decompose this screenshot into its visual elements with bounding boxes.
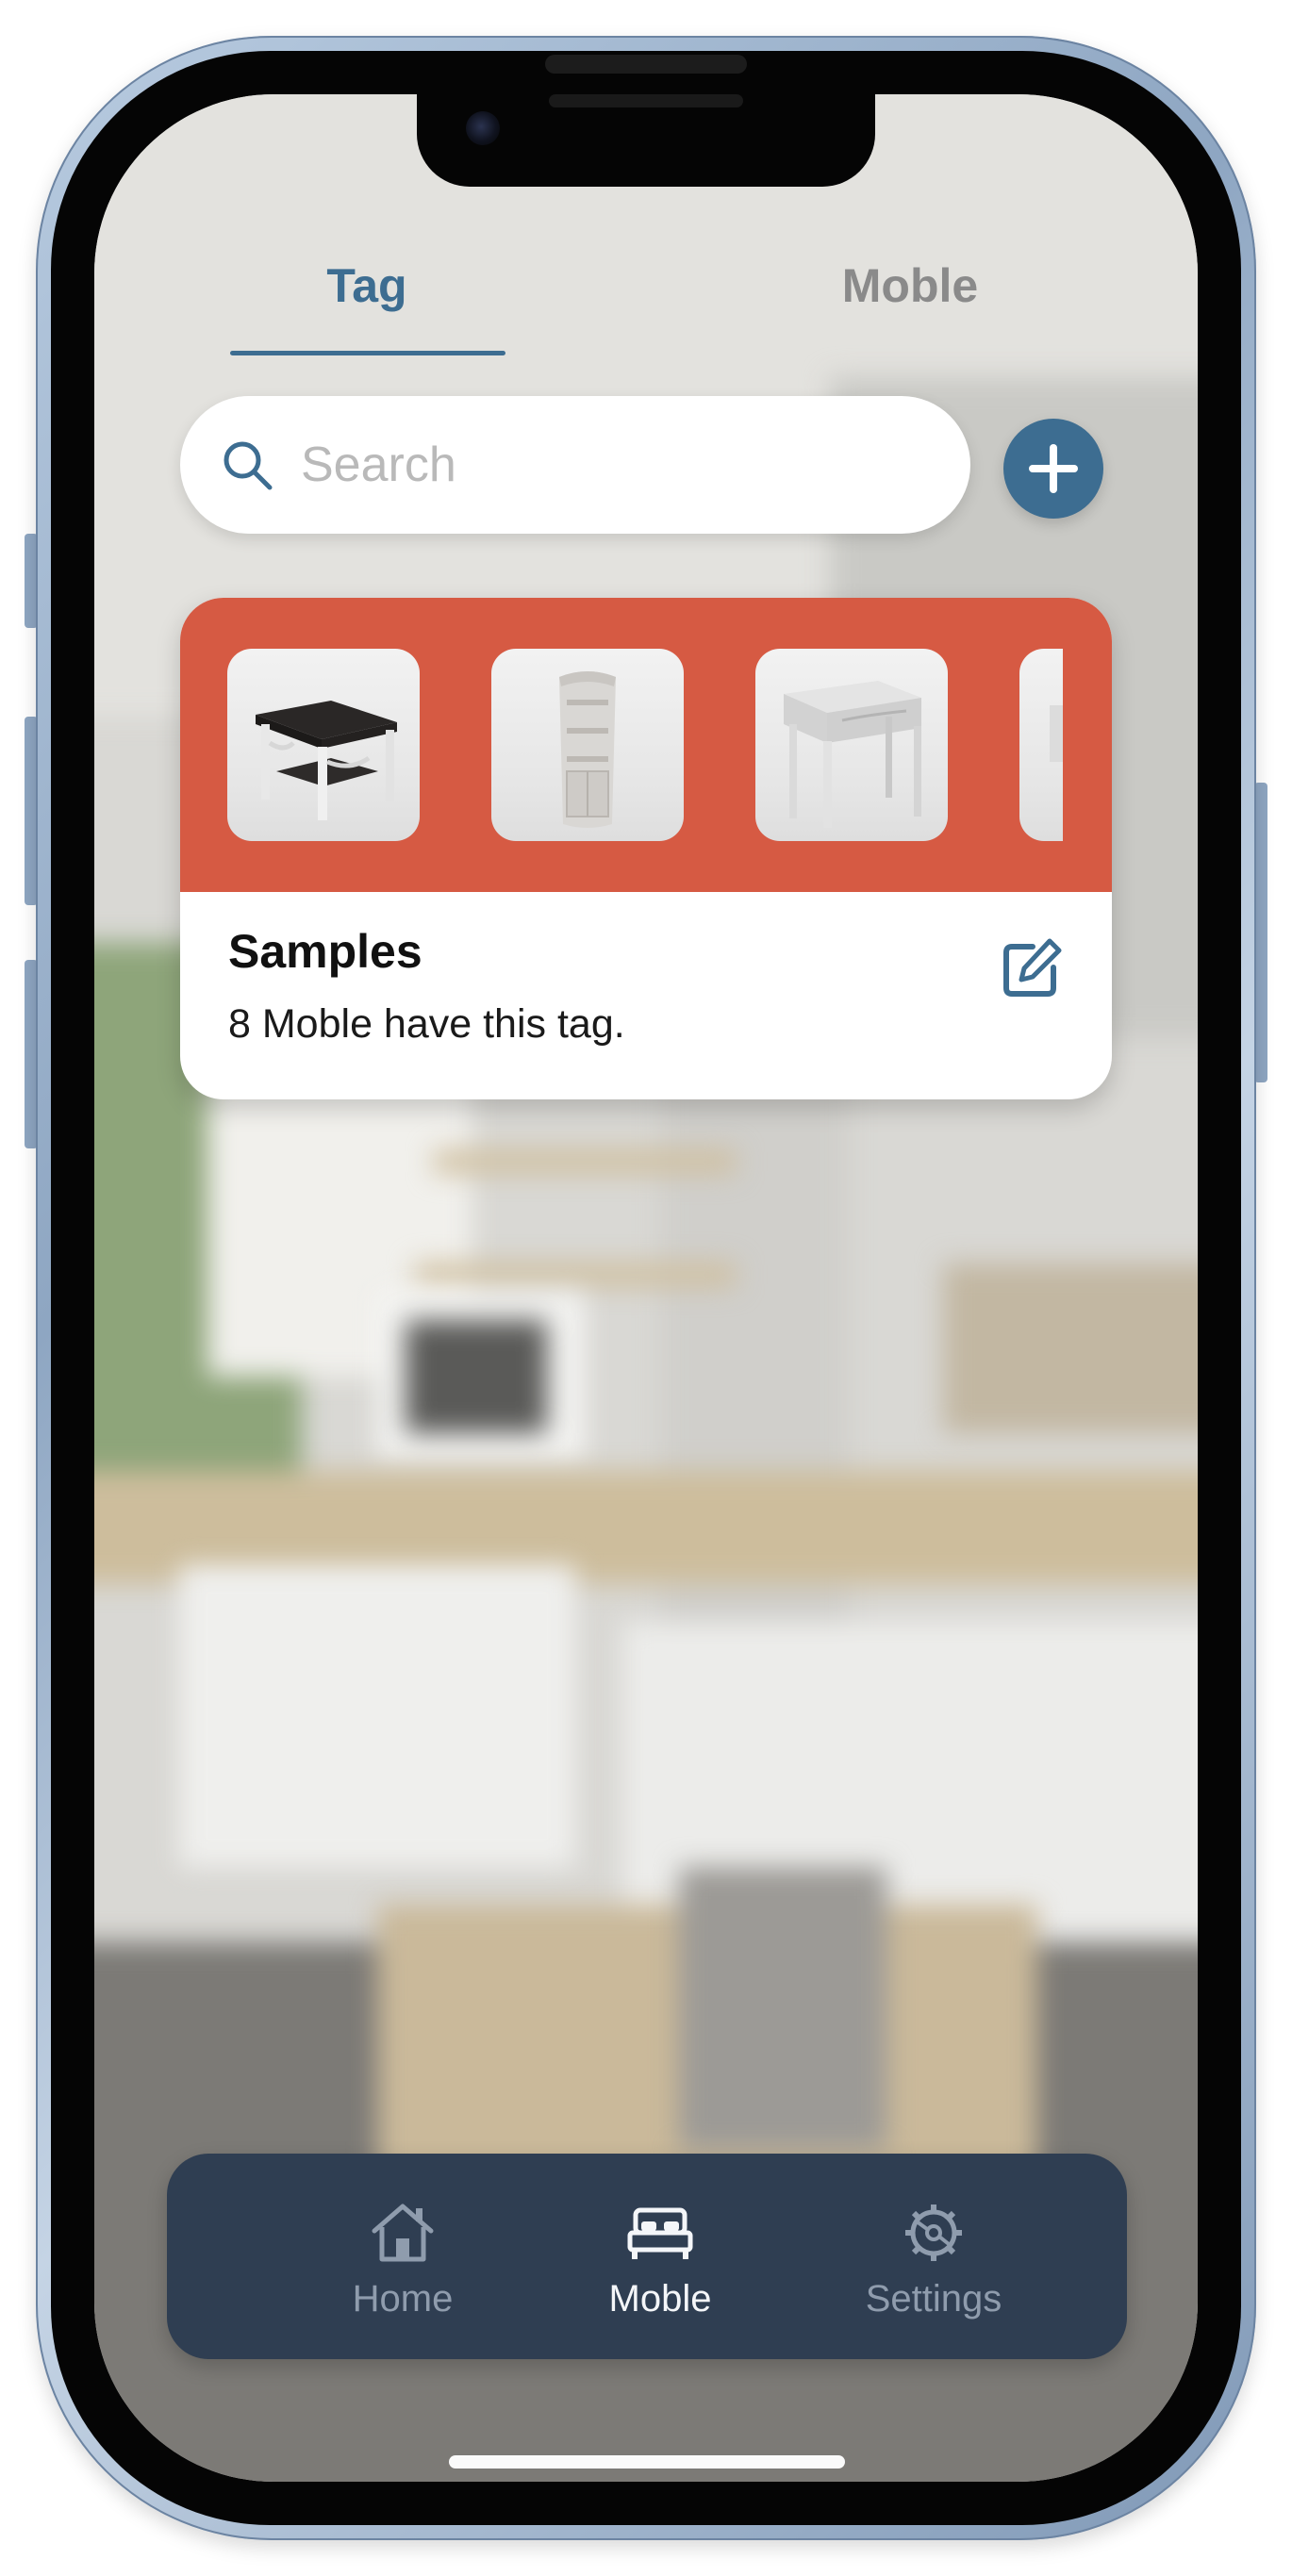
edit-icon[interactable] xyxy=(999,935,1065,1001)
bottom-nav-bar: Home Moble Settings xyxy=(167,2154,1127,2359)
bed-icon xyxy=(627,2207,693,2259)
settings-gear-icon xyxy=(905,2204,962,2261)
device-power-button xyxy=(1254,783,1267,1082)
nav-item-home[interactable]: Home xyxy=(299,2154,506,2359)
table-thumbnail[interactable] xyxy=(227,649,420,841)
front-camera xyxy=(466,111,500,145)
side-table-thumbnail[interactable] xyxy=(755,649,948,841)
nav-label-home: Home xyxy=(352,2278,454,2320)
tab-moble[interactable]: Moble xyxy=(773,253,1047,319)
app-screen: Tag Moble Search Samples 8 Moble have th… xyxy=(94,94,1198,2482)
tag-card[interactable]: Samples 8 Moble have this tag. xyxy=(180,598,1112,1099)
nav-label-moble: Moble xyxy=(608,2278,712,2320)
home-indicator[interactable] xyxy=(449,2455,845,2469)
nav-item-settings[interactable]: Settings xyxy=(830,2154,1037,2359)
device-earpiece xyxy=(545,55,747,74)
tag-card-title: Samples xyxy=(228,925,422,978)
tab-tag[interactable]: Tag xyxy=(230,253,504,319)
search-icon xyxy=(224,441,273,490)
corner-shelf-thumbnail[interactable] xyxy=(491,649,684,841)
home-icon xyxy=(372,2204,434,2262)
tag-card-subtitle: 8 Moble have this tag. xyxy=(228,1001,625,1047)
nav-item-moble[interactable]: Moble xyxy=(556,2154,764,2359)
search-bar[interactable] xyxy=(180,396,970,534)
search-input[interactable] xyxy=(301,424,923,505)
item-thumbnail[interactable] xyxy=(1019,649,1063,841)
tag-card-header xyxy=(180,598,1112,892)
nav-label-settings: Settings xyxy=(865,2278,1002,2320)
notch-speaker xyxy=(549,94,743,107)
active-tab-indicator xyxy=(230,351,505,355)
plus-icon xyxy=(1029,444,1078,493)
device-notch xyxy=(417,94,875,187)
thumbnail-strip[interactable] xyxy=(227,649,1063,841)
add-tag-button[interactable] xyxy=(1003,419,1103,519)
